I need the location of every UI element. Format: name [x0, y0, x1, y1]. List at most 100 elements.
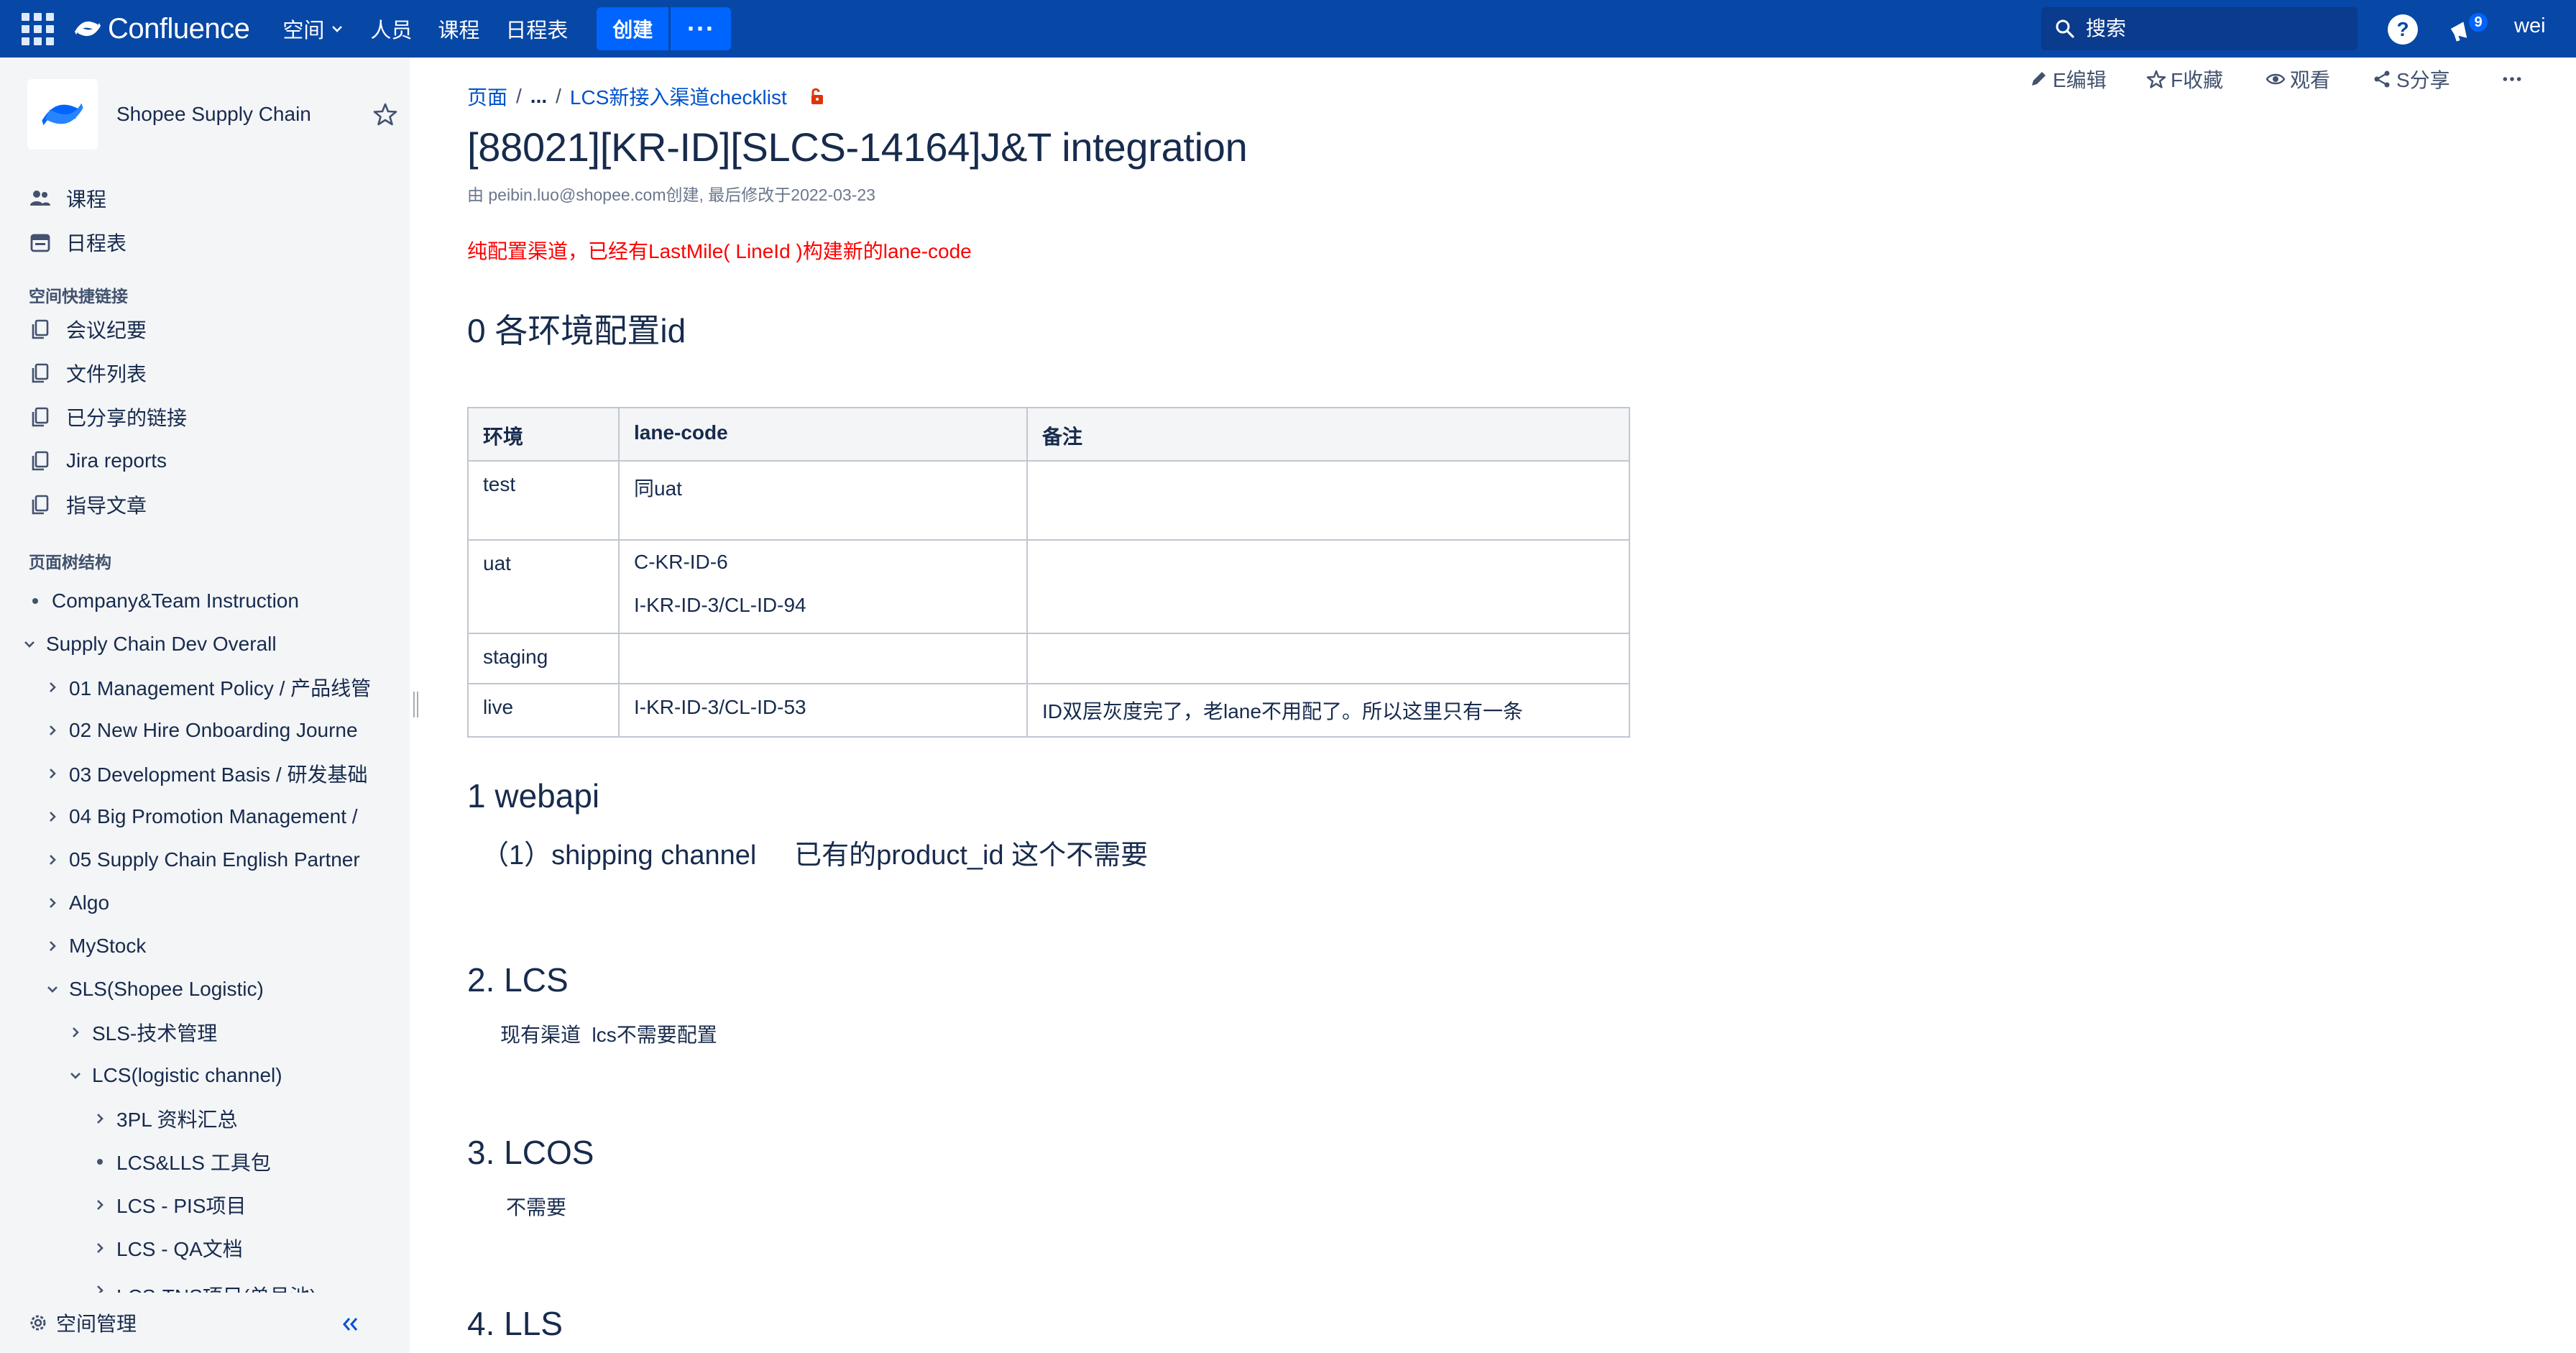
collapse-sidebar-icon[interactable]: [336, 1311, 365, 1337]
page-note: 纯配置渠道，已经有LastMile( LineId )构建新的lane-code: [467, 240, 972, 262]
notification-count-badge: 9: [2467, 12, 2489, 33]
shortcut-jira-reports[interactable]: Jira reports: [29, 445, 167, 477]
eye-icon: [2266, 73, 2286, 85]
shortcut-file-list[interactable]: 文件列表: [29, 357, 147, 389]
tree-item[interactable]: LCS&LLS 工具包: [92, 1146, 374, 1178]
tree-item[interactable]: 01 Management Policy / 产品线管: [45, 671, 374, 703]
calendar-icon: [30, 234, 50, 252]
breadcrumb-parent-page[interactable]: LCS新接入渠道checklist: [570, 82, 787, 111]
shortcut-meeting-notes[interactable]: 会议纪要: [29, 313, 147, 345]
table-cell: [1026, 539, 1630, 634]
sidebar-resize-handle[interactable]: [411, 692, 420, 717]
breadcrumb-ellipsis[interactable]: ...: [530, 85, 547, 108]
tree-item-label: 05 Supply Chain English Partner: [69, 848, 360, 871]
shortcut-shared-links[interactable]: 已分享的链接: [29, 401, 187, 433]
breadcrumb-pages[interactable]: 页面: [467, 82, 507, 111]
chevron-right-icon[interactable]: [92, 1197, 108, 1213]
tree-item-label: LCS - QA文档: [116, 1238, 243, 1260]
space-name[interactable]: Shopee Supply Chain: [116, 103, 311, 126]
chevron-right-icon[interactable]: [45, 938, 60, 954]
brand-name: Confluence: [108, 12, 250, 45]
tree-item[interactable]: SLS-技术管理: [68, 1017, 374, 1048]
search-field[interactable]: [2041, 7, 2358, 50]
app-grid-icon: [21, 12, 54, 45]
create-more-button[interactable]: ···: [671, 7, 732, 50]
search-input[interactable]: [2086, 17, 2345, 40]
edit-label: E编辑: [2053, 69, 2107, 91]
nav-calendar[interactable]: 日程表: [505, 9, 568, 49]
space-settings-button[interactable]: 空间管理: [27, 1308, 137, 1337]
tree-item[interactable]: LCS - PIS项目: [92, 1189, 374, 1221]
edit-button[interactable]: E编辑: [2028, 65, 2107, 93]
chevron-right-icon[interactable]: [68, 1024, 83, 1040]
confluence-logo-icon: [75, 21, 101, 37]
nav-spaces[interactable]: 空间: [282, 9, 344, 49]
shortcut-guide-articles[interactable]: 指导文章: [29, 489, 147, 520]
people-icon: [30, 191, 50, 206]
table-cell: staging: [467, 633, 620, 684]
tree-item[interactable]: Company&Team Instruction: [27, 585, 401, 617]
tree-item[interactable]: SLS(Shopee Logistic): [45, 973, 374, 1005]
chevron-right-icon[interactable]: [45, 679, 60, 695]
chevron-right-icon[interactable]: [45, 809, 60, 825]
heading-lcs: 2. LCS: [467, 961, 569, 999]
app-switcher-button[interactable]: [17, 9, 58, 49]
tree-item[interactable]: LCS-TNS项目(单号池): [92, 1275, 374, 1293]
tree-item[interactable]: LCS - QA文档: [92, 1232, 374, 1264]
more-actions-button[interactable]: [2501, 68, 2527, 90]
tree-item-label: SLS(Shopee Logistic): [69, 978, 264, 1000]
share-button[interactable]: S分享: [2372, 65, 2450, 93]
help-icon[interactable]: ?: [2386, 13, 2419, 46]
unlock-icon[interactable]: [807, 86, 827, 106]
chevron-down-icon: [332, 26, 343, 32]
space-sidebar: Shopee Supply Chain 课程 日程表 空间快捷链接 会议纪要 文…: [0, 58, 410, 1353]
tree-item[interactable]: Supply Chain Dev Overall: [22, 628, 401, 660]
notifications-button[interactable]: 9: [2447, 12, 2489, 47]
sidebar-item-courses[interactable]: 课程: [29, 183, 106, 214]
nav-people[interactable]: 人员: [370, 9, 412, 49]
favorite-button[interactable]: F收藏: [2146, 65, 2223, 93]
tree-item[interactable]: 04 Big Promotion Management /: [45, 801, 374, 833]
cell-text: C-KR-ID-6: [634, 551, 728, 573]
chevron-right-icon[interactable]: [45, 766, 60, 781]
breadcrumb-separator: /: [556, 85, 561, 107]
tree-item[interactable]: LCS(logistic channel): [68, 1060, 374, 1091]
chevron-right-icon[interactable]: [45, 895, 60, 911]
watch-button[interactable]: 观看: [2266, 65, 2330, 93]
copy-link-icon: [32, 451, 49, 471]
chevron-right-icon[interactable]: [45, 723, 60, 738]
tree-item[interactable]: MyStock: [45, 930, 374, 962]
pencil-icon: [2032, 72, 2046, 86]
chevron-down-icon[interactable]: [68, 1068, 83, 1083]
svg-text:?: ?: [2396, 18, 2409, 40]
chevron-down-icon[interactable]: [45, 981, 60, 997]
chevron-right-icon[interactable]: [45, 852, 60, 868]
chevron-down-icon[interactable]: [22, 636, 37, 652]
tree-item[interactable]: 3PL 资料汇总: [92, 1103, 374, 1134]
tree-item-label: LCS&LLS 工具包: [116, 1152, 271, 1174]
user-profile-button[interactable]: wei: [2514, 14, 2546, 38]
chevron-right-icon[interactable]: [92, 1283, 108, 1293]
table-row: test 同uat: [467, 460, 1630, 541]
copy-link-icon: [32, 495, 49, 515]
tree-item[interactable]: 02 New Hire Onboarding Journe: [45, 715, 374, 746]
chevron-right-icon[interactable]: [92, 1240, 108, 1256]
sidebar-item-calendar[interactable]: 日程表: [29, 226, 126, 258]
chevron-right-icon[interactable]: [92, 1111, 108, 1127]
column-header: lane-code: [618, 407, 1028, 462]
space-avatar[interactable]: [27, 79, 98, 150]
tree-item-label: 02 New Hire Onboarding Journe: [69, 719, 358, 741]
nav-courses[interactable]: 课程: [438, 9, 479, 49]
sidebar-footer: 空间管理: [0, 1293, 410, 1353]
heading-lls: 4. LLS: [467, 1305, 563, 1342]
lcos-note: 不需要: [506, 1196, 567, 1219]
tree-item[interactable]: 03 Development Basis / 研发基础: [45, 758, 374, 789]
table-cell: live: [467, 683, 620, 738]
star-icon[interactable]: [372, 101, 398, 127]
page-tree-heading: 页面树结构: [29, 553, 111, 572]
create-button[interactable]: 创建: [597, 7, 669, 50]
cell-text: I-KR-ID-3/CL-ID-94: [634, 594, 806, 616]
confluence-logo-link[interactable]: Confluence: [73, 9, 250, 49]
tree-item[interactable]: 05 Supply Chain English Partner: [45, 844, 374, 876]
tree-item[interactable]: Algo: [45, 887, 374, 919]
